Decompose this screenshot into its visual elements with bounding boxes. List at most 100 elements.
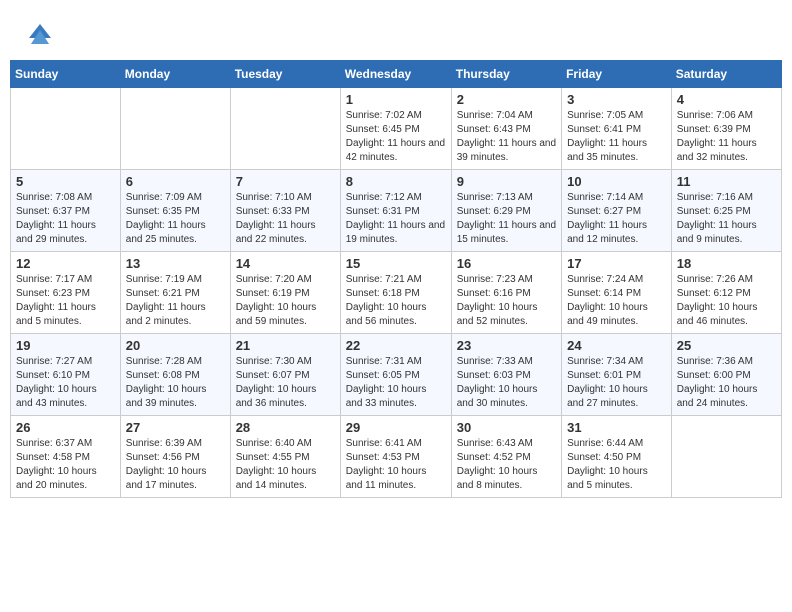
day-number: 4 (677, 92, 776, 107)
calendar-cell: 15 Sunrise: 7:21 AMSunset: 6:18 PMDayligh… (340, 252, 451, 334)
day-info: Sunrise: 7:27 AMSunset: 6:10 PMDaylight:… (16, 355, 115, 411)
calendar-week-row: 1Sunrise: 7:02 AMSunset: 6:45 PMDaylight… (11, 88, 782, 170)
calendar-cell: 24 Sunrise: 7:34 AMSunset: 6:01 PMDayligh… (562, 334, 672, 416)
calendar-cell (671, 416, 781, 498)
calendar-cell: 5 Sunrise: 7:08 AMSunset: 6:37 PMDaylight… (11, 170, 121, 252)
day-info: Sunrise: 7:24 AMSunset: 6:14 PMDaylight:… (567, 273, 666, 329)
day-number: 25 (677, 338, 776, 353)
calendar-week-row: 12 Sunrise: 7:17 AMSunset: 6:23 PMDayligh… (11, 252, 782, 334)
calendar-cell: 17 Sunrise: 7:24 AMSunset: 6:14 PMDayligh… (562, 252, 672, 334)
day-info: Sunrise: 7:31 AMSunset: 6:05 PMDaylight:… (346, 355, 446, 411)
day-number: 18 (677, 256, 776, 271)
day-info: Sunrise: 7:02 AMSunset: 6:45 PMDaylight:… (346, 109, 446, 165)
calendar-cell: 22Sunrise: 7:31 AMSunset: 6:05 PMDayligh… (340, 334, 451, 416)
day-number: 15 (346, 256, 446, 271)
day-info: Sunrise: 6:39 AMSunset: 4:56 PMDaylight:… (126, 437, 225, 493)
day-number: 30 (457, 420, 556, 435)
header-friday: Friday (562, 61, 672, 88)
day-info: Sunrise: 7:17 AMSunset: 6:23 PMDaylight:… (16, 273, 115, 329)
calendar-cell: 29 Sunrise: 6:41 AMSunset: 4:53 PMDayligh… (340, 416, 451, 498)
day-number: 10 (567, 174, 666, 189)
day-info: Sunrise: 7:09 AMSunset: 6:35 PMDaylight:… (126, 191, 225, 247)
header-tuesday: Tuesday (230, 61, 340, 88)
calendar-cell: 11 Sunrise: 7:16 AMSunset: 6:25 PMDayligh… (671, 170, 781, 252)
day-info: Sunrise: 7:20 AMSunset: 6:19 PMDaylight:… (236, 273, 335, 329)
day-number: 23 (457, 338, 556, 353)
day-number: 2 (457, 92, 556, 107)
calendar-cell: 4 Sunrise: 7:06 AMSunset: 6:39 PMDaylight… (671, 88, 781, 170)
calendar-cell: 26 Sunrise: 6:37 AMSunset: 4:58 PMDayligh… (11, 416, 121, 498)
header-wednesday: Wednesday (340, 61, 451, 88)
calendar-cell: 19Sunrise: 7:27 AMSunset: 6:10 PMDayligh… (11, 334, 121, 416)
calendar-week-row: 26 Sunrise: 6:37 AMSunset: 4:58 PMDayligh… (11, 416, 782, 498)
day-info: Sunrise: 6:41 AMSunset: 4:53 PMDaylight:… (346, 437, 446, 493)
day-number: 17 (567, 256, 666, 271)
day-number: 26 (16, 420, 115, 435)
day-info: Sunrise: 7:23 AMSunset: 6:16 PMDaylight:… (457, 273, 556, 329)
calendar-cell (11, 88, 121, 170)
calendar-cell: 1Sunrise: 7:02 AMSunset: 6:45 PMDaylight… (340, 88, 451, 170)
calendar-week-row: 5 Sunrise: 7:08 AMSunset: 6:37 PMDaylight… (11, 170, 782, 252)
day-info: Sunrise: 7:16 AMSunset: 6:25 PMDaylight:… (677, 191, 776, 247)
calendar-cell: 30 Sunrise: 6:43 AMSunset: 4:52 PMDayligh… (451, 416, 561, 498)
day-number: 27 (126, 420, 225, 435)
calendar-cell: 20 Sunrise: 7:28 AMSunset: 6:08 PMDayligh… (120, 334, 230, 416)
day-info: Sunrise: 7:21 AMSunset: 6:18 PMDaylight:… (346, 273, 446, 329)
header-sunday: Sunday (11, 61, 121, 88)
day-info: Sunrise: 7:30 AMSunset: 6:07 PMDaylight:… (236, 355, 335, 411)
day-number: 14 (236, 256, 335, 271)
day-number: 24 (567, 338, 666, 353)
day-number: 12 (16, 256, 115, 271)
day-info: Sunrise: 7:34 AMSunset: 6:01 PMDaylight:… (567, 355, 666, 411)
calendar-cell: 28 Sunrise: 6:40 AMSunset: 4:55 PMDayligh… (230, 416, 340, 498)
calendar-table: SundayMondayTuesdayWednesdayThursdayFrid… (10, 60, 782, 498)
day-info: Sunrise: 7:05 AMSunset: 6:41 PMDaylight:… (567, 109, 666, 165)
calendar-header-row: SundayMondayTuesdayWednesdayThursdayFrid… (11, 61, 782, 88)
calendar-cell: 27 Sunrise: 6:39 AMSunset: 4:56 PMDayligh… (120, 416, 230, 498)
calendar-cell: 21 Sunrise: 7:30 AMSunset: 6:07 PMDayligh… (230, 334, 340, 416)
day-info: Sunrise: 6:37 AMSunset: 4:58 PMDaylight:… (16, 437, 115, 493)
day-info: Sunrise: 6:44 AMSunset: 4:50 PMDaylight:… (567, 437, 666, 493)
day-info: Sunrise: 7:36 AMSunset: 6:00 PMDaylight:… (677, 355, 776, 411)
calendar-week-row: 19Sunrise: 7:27 AMSunset: 6:10 PMDayligh… (11, 334, 782, 416)
calendar-cell: 25 Sunrise: 7:36 AMSunset: 6:00 PMDayligh… (671, 334, 781, 416)
day-info: Sunrise: 7:12 AMSunset: 6:31 PMDaylight:… (346, 191, 446, 247)
day-info: Sunrise: 6:43 AMSunset: 4:52 PMDaylight:… (457, 437, 556, 493)
day-info: Sunrise: 7:19 AMSunset: 6:21 PMDaylight:… (126, 273, 225, 329)
day-number: 21 (236, 338, 335, 353)
logo (25, 20, 59, 50)
day-info: Sunrise: 7:28 AMSunset: 6:08 PMDaylight:… (126, 355, 225, 411)
day-number: 29 (346, 420, 446, 435)
day-number: 8 (346, 174, 446, 189)
day-info: Sunrise: 7:04 AMSunset: 6:43 PMDaylight:… (457, 109, 556, 165)
day-number: 9 (457, 174, 556, 189)
day-number: 6 (126, 174, 225, 189)
day-info: Sunrise: 7:08 AMSunset: 6:37 PMDaylight:… (16, 191, 115, 247)
day-info: Sunrise: 7:06 AMSunset: 6:39 PMDaylight:… (677, 109, 776, 165)
calendar-cell: 13Sunrise: 7:19 AMSunset: 6:21 PMDayligh… (120, 252, 230, 334)
day-info: Sunrise: 7:14 AMSunset: 6:27 PMDaylight:… (567, 191, 666, 247)
day-number: 11 (677, 174, 776, 189)
day-number: 5 (16, 174, 115, 189)
calendar-cell: 2 Sunrise: 7:04 AMSunset: 6:43 PMDaylight… (451, 88, 561, 170)
day-info: Sunrise: 7:10 AMSunset: 6:33 PMDaylight:… (236, 191, 335, 247)
calendar-cell: 8 Sunrise: 7:12 AMSunset: 6:31 PMDaylight… (340, 170, 451, 252)
calendar-cell: 10 Sunrise: 7:14 AMSunset: 6:27 PMDayligh… (562, 170, 672, 252)
day-number: 16 (457, 256, 556, 271)
calendar-cell: 7Sunrise: 7:10 AMSunset: 6:33 PMDaylight… (230, 170, 340, 252)
header-monday: Monday (120, 61, 230, 88)
calendar-cell: 3 Sunrise: 7:05 AMSunset: 6:41 PMDaylight… (562, 88, 672, 170)
day-info: Sunrise: 6:40 AMSunset: 4:55 PMDaylight:… (236, 437, 335, 493)
day-info: Sunrise: 7:26 AMSunset: 6:12 PMDaylight:… (677, 273, 776, 329)
calendar-cell: 18 Sunrise: 7:26 AMSunset: 6:12 PMDayligh… (671, 252, 781, 334)
calendar-cell: 23Sunrise: 7:33 AMSunset: 6:03 PMDayligh… (451, 334, 561, 416)
day-number: 3 (567, 92, 666, 107)
day-number: 31 (567, 420, 666, 435)
day-number: 20 (126, 338, 225, 353)
day-number: 28 (236, 420, 335, 435)
calendar-cell (230, 88, 340, 170)
calendar-cell (120, 88, 230, 170)
calendar-cell: 16 Sunrise: 7:23 AMSunset: 6:16 PMDayligh… (451, 252, 561, 334)
calendar-cell: 14 Sunrise: 7:20 AMSunset: 6:19 PMDayligh… (230, 252, 340, 334)
calendar-cell: 9Sunrise: 7:13 AMSunset: 6:29 PMDaylight… (451, 170, 561, 252)
